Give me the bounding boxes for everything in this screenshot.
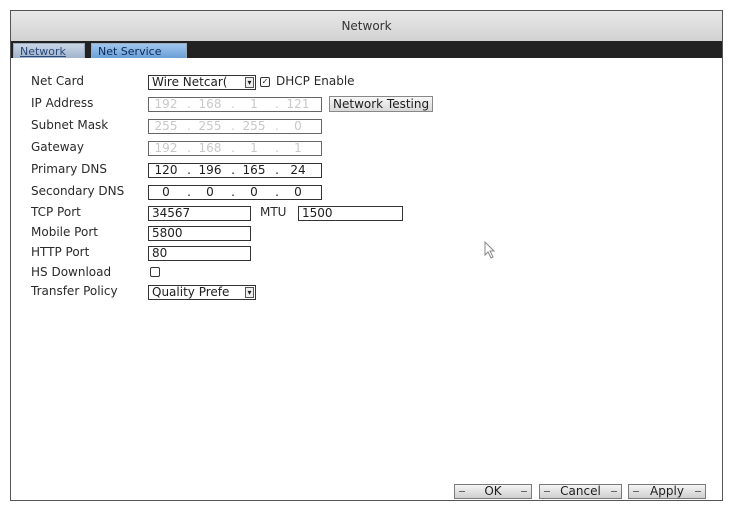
mobile-port-label: Mobile Port	[31, 225, 98, 239]
ip-dot: .	[231, 119, 235, 133]
ip-dot: .	[275, 97, 279, 111]
transfer-policy-select[interactable]: Quality Prefe ▾	[148, 285, 256, 300]
mtu-label: MTU	[260, 205, 287, 219]
dropdown-arrow-icon: ▾	[245, 77, 254, 88]
ip-dot: .	[231, 163, 235, 177]
net-card-select[interactable]: Wire Netcar( ▾	[148, 75, 256, 90]
ip-dot: .	[275, 185, 279, 199]
hs-download-label: HS Download	[31, 265, 112, 279]
gateway-label: Gateway	[31, 140, 85, 154]
cancel-button[interactable]: Cancel	[539, 484, 622, 499]
secondary-dns-field[interactable]: 0 . 0 . 0 . 0	[148, 185, 322, 200]
dhcp-label: DHCP Enable	[276, 74, 355, 88]
primary-dns-octet-4: 24	[290, 163, 306, 177]
dropdown-arrow-icon: ▾	[245, 287, 254, 298]
ip-dot: .	[275, 141, 279, 155]
http-port-label: HTTP Port	[31, 245, 90, 259]
tab-bar: Network Net Service	[11, 41, 722, 58]
transfer-policy-value: Quality Prefe	[152, 285, 230, 299]
subnet-mask-field[interactable]: 255 . 255 . 255 . 0	[148, 119, 322, 134]
ip-octet-3: 1	[250, 97, 258, 111]
subnet-octet-1: 255	[154, 119, 178, 133]
mtu-input[interactable]: 1500	[298, 206, 403, 221]
ip-dot: .	[275, 163, 279, 177]
ok-button[interactable]: OK	[454, 484, 532, 499]
ip-dot: .	[275, 119, 279, 133]
gateway-octet-2: 168	[198, 141, 222, 155]
network-testing-button[interactable]: Network Testing	[329, 96, 434, 112]
dhcp-checkbox[interactable]: ✓	[260, 77, 270, 87]
transfer-policy-label: Transfer Policy	[31, 284, 118, 298]
ip-dot: .	[231, 97, 235, 111]
ip-address-label: IP Address	[31, 96, 94, 110]
secondary-dns-octet-1: 0	[162, 185, 170, 199]
ip-dot: .	[231, 141, 235, 155]
tcp-port-input[interactable]: 34567	[148, 206, 251, 221]
ip-dot: .	[231, 185, 235, 199]
ip-dot: .	[187, 163, 191, 177]
apply-button[interactable]: Apply	[628, 484, 706, 499]
ip-dot: .	[187, 97, 191, 111]
secondary-dns-label: Secondary DNS	[31, 184, 125, 198]
http-port-input[interactable]: 80	[148, 246, 251, 261]
gateway-octet-1: 192	[154, 141, 178, 155]
secondary-dns-octet-4: 0	[294, 185, 302, 199]
ip-dot: .	[187, 185, 191, 199]
ip-octet-1: 192	[154, 97, 178, 111]
ip-octet-4: 121	[286, 97, 310, 111]
primary-dns-octet-3: 165	[242, 163, 266, 177]
gateway-octet-3: 1	[250, 141, 258, 155]
checkmark-icon: ✓	[261, 77, 269, 86]
primary-dns-octet-1: 120	[154, 163, 178, 177]
form-panel: Net Card Wire Netcar( ▾ ✓ DHCP Enable IP…	[11, 58, 722, 500]
tab-net-service[interactable]: Net Service	[91, 43, 187, 58]
gateway-field[interactable]: 192 . 168 . 1 . 1	[148, 141, 322, 156]
secondary-dns-octet-2: 0	[206, 185, 214, 199]
network-window: Network Network Net Service Net Card Wir…	[10, 10, 723, 501]
subnet-mask-label: Subnet Mask	[31, 118, 109, 132]
subnet-octet-4: 0	[294, 119, 302, 133]
tab-network[interactable]: Network	[13, 43, 85, 58]
ip-address-field[interactable]: 192 . 168 . 1 . 121	[148, 97, 322, 112]
subnet-octet-3: 255	[242, 119, 266, 133]
primary-dns-octet-2: 196	[198, 163, 222, 177]
ip-dot: .	[187, 141, 191, 155]
mouse-pointer-icon	[484, 241, 496, 259]
mobile-port-input[interactable]: 5800	[148, 226, 251, 241]
primary-dns-label: Primary DNS	[31, 162, 108, 176]
net-card-value: Wire Netcar(	[152, 75, 228, 89]
gateway-octet-4: 1	[294, 141, 302, 155]
window-title: Network	[11, 11, 722, 42]
ip-octet-2: 168	[198, 97, 222, 111]
hs-download-checkbox[interactable]	[150, 267, 160, 277]
subnet-octet-2: 255	[198, 119, 222, 133]
tcp-port-label: TCP Port	[31, 205, 81, 219]
ip-dot: .	[187, 119, 191, 133]
secondary-dns-octet-3: 0	[250, 185, 258, 199]
net-card-label: Net Card	[31, 74, 84, 88]
primary-dns-field[interactable]: 120 . 196 . 165 . 24	[148, 163, 322, 178]
